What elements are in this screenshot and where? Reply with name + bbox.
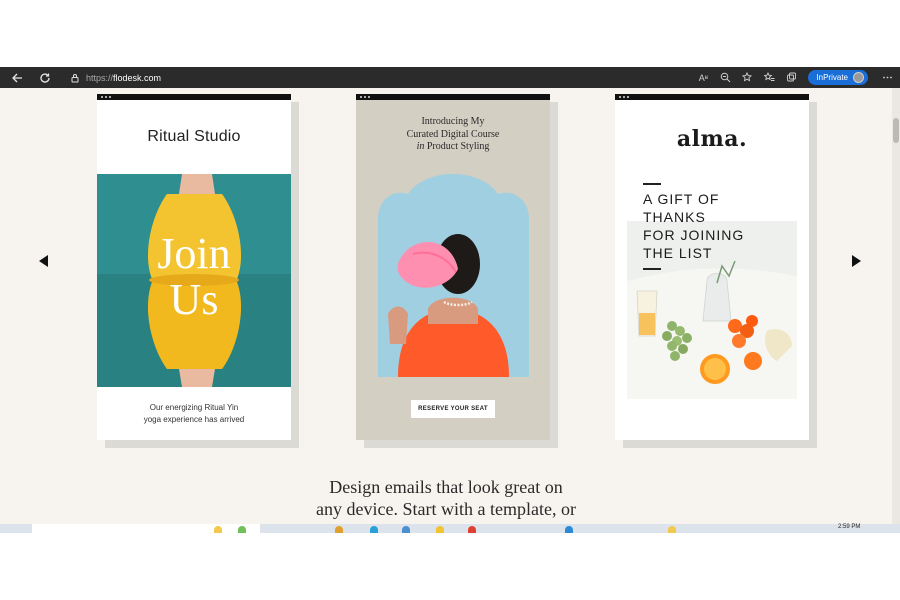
taskbar-app-icon[interactable] [468, 526, 476, 533]
browser-toolbar: https://flodesk.com Aʶ InPrivate [0, 67, 900, 88]
carousel-prev-button[interactable] [37, 254, 51, 268]
gift-line-3: FOR JOINING [643, 227, 745, 243]
taskbar-app-icon[interactable] [370, 526, 378, 533]
headline-line-2: any device. Start with a template, or [316, 499, 576, 519]
join-text: Join [157, 229, 231, 278]
taskbar-app-icon[interactable] [668, 526, 676, 533]
divider-bottom [643, 268, 661, 270]
back-arrow-icon [12, 73, 22, 82]
url-host: flodesk.com [113, 72, 162, 83]
os-taskbar: 2:59 PM [0, 524, 900, 533]
us-text: Us [169, 275, 219, 324]
hero-image: Join Us [97, 174, 291, 387]
title-rest: Product Styling [424, 141, 490, 152]
template-card-alma[interactable]: alma. A GIFT OF THANKS FOR JOINING THE L… [615, 94, 821, 456]
card-window-bar [356, 94, 550, 100]
profile-avatar [853, 72, 864, 83]
refresh-icon [40, 72, 50, 83]
title-line-2: Curated Digital Course [406, 128, 500, 140]
card-window-bar [615, 94, 809, 100]
card-caption: Our energizing Ritual Yin yoga experienc… [97, 402, 291, 426]
inprivate-button[interactable]: InPrivate [808, 70, 868, 85]
lock-icon [71, 73, 79, 82]
gift-message: A GIFT OF THANKS FOR JOINING THE LIST [643, 190, 793, 262]
favorites-button[interactable] [758, 67, 780, 88]
back-button[interactable] [6, 67, 28, 88]
divider-top [643, 183, 661, 185]
url-protocol: https:// [86, 72, 114, 83]
feather-portrait-illustration [378, 174, 529, 377]
caption-line-2: yoga experience has arrived [143, 415, 245, 424]
title-line-3: in Product Styling [356, 141, 550, 154]
favorite-add-button[interactable] [736, 67, 758, 88]
card-body: Introducing My Curated Digital Course in… [356, 94, 550, 440]
hero-image [378, 174, 529, 377]
toolbar-right: Aʶ InPrivate [692, 67, 900, 88]
template-card-digital-course[interactable]: Introducing My Curated Digital Course in… [356, 94, 562, 456]
prev-arrow-icon [39, 255, 48, 267]
caption-line-1: Our energizing Ritual Yin [149, 403, 239, 412]
favorites-icon [763, 72, 775, 81]
gift-line-4: THE LIST [643, 245, 713, 261]
page-headline: Design emails that look great on any dev… [0, 476, 892, 520]
reserve-seat-button[interactable]: RESERVE YOUR SEAT [411, 400, 495, 418]
next-arrow-icon [852, 255, 861, 267]
taskbar-app-icon[interactable] [565, 526, 573, 533]
gift-line-1: A GIFT OF [643, 191, 720, 207]
title-line-1: Introducing My [421, 116, 485, 127]
card-body: alma. A GIFT OF THANKS FOR JOINING THE L… [615, 94, 809, 440]
template-card-ritual-studio[interactable]: Ritual Studio Join Us Our energizing Rit… [97, 94, 303, 456]
address-bar[interactable]: https://flodesk.com [70, 70, 630, 85]
taskbar-app-icon[interactable] [238, 526, 246, 533]
taskbar-app-icon[interactable] [436, 526, 444, 533]
headline-line-1: Design emails that look great on [329, 477, 563, 497]
taskbar-clock[interactable]: 2:59 PM [838, 524, 860, 530]
read-aloud-button[interactable]: Aʶ [692, 67, 714, 88]
page-scrollbar[interactable] [892, 88, 900, 533]
refresh-button[interactable] [34, 67, 56, 88]
taskbar-app-icon[interactable] [335, 526, 343, 533]
page-content: Ritual Studio Join Us Our energizing Rit… [0, 88, 892, 533]
taskbar-search[interactable] [32, 524, 260, 533]
scrollbar-thumb[interactable] [893, 118, 899, 143]
brand-logo: alma. [676, 126, 748, 152]
card-window-bar [97, 94, 291, 100]
taskbar-app-icon[interactable] [402, 526, 410, 533]
taskbar-app-icon[interactable] [214, 526, 222, 533]
gift-line-2: THANKS [643, 209, 706, 225]
zoom-icon [720, 72, 731, 83]
collections-icon [786, 72, 796, 82]
card-title: Ritual Studio [147, 128, 241, 145]
read-aloud-icon: Aʶ [698, 72, 709, 83]
inprivate-label: InPrivate [816, 73, 848, 82]
collections-button[interactable] [780, 67, 802, 88]
star-add-icon [741, 72, 752, 82]
more-menu-button[interactable] [874, 67, 900, 88]
carousel-next-button[interactable] [849, 254, 863, 268]
browser-window: https://flodesk.com Aʶ InPrivate Ritual … [0, 67, 900, 533]
more-icon [882, 76, 892, 79]
card-title: Introducing My Curated Digital Course in… [356, 116, 550, 154]
card-body: Ritual Studio Join Us Our energizing Rit… [97, 94, 291, 440]
zoom-button[interactable] [714, 67, 736, 88]
